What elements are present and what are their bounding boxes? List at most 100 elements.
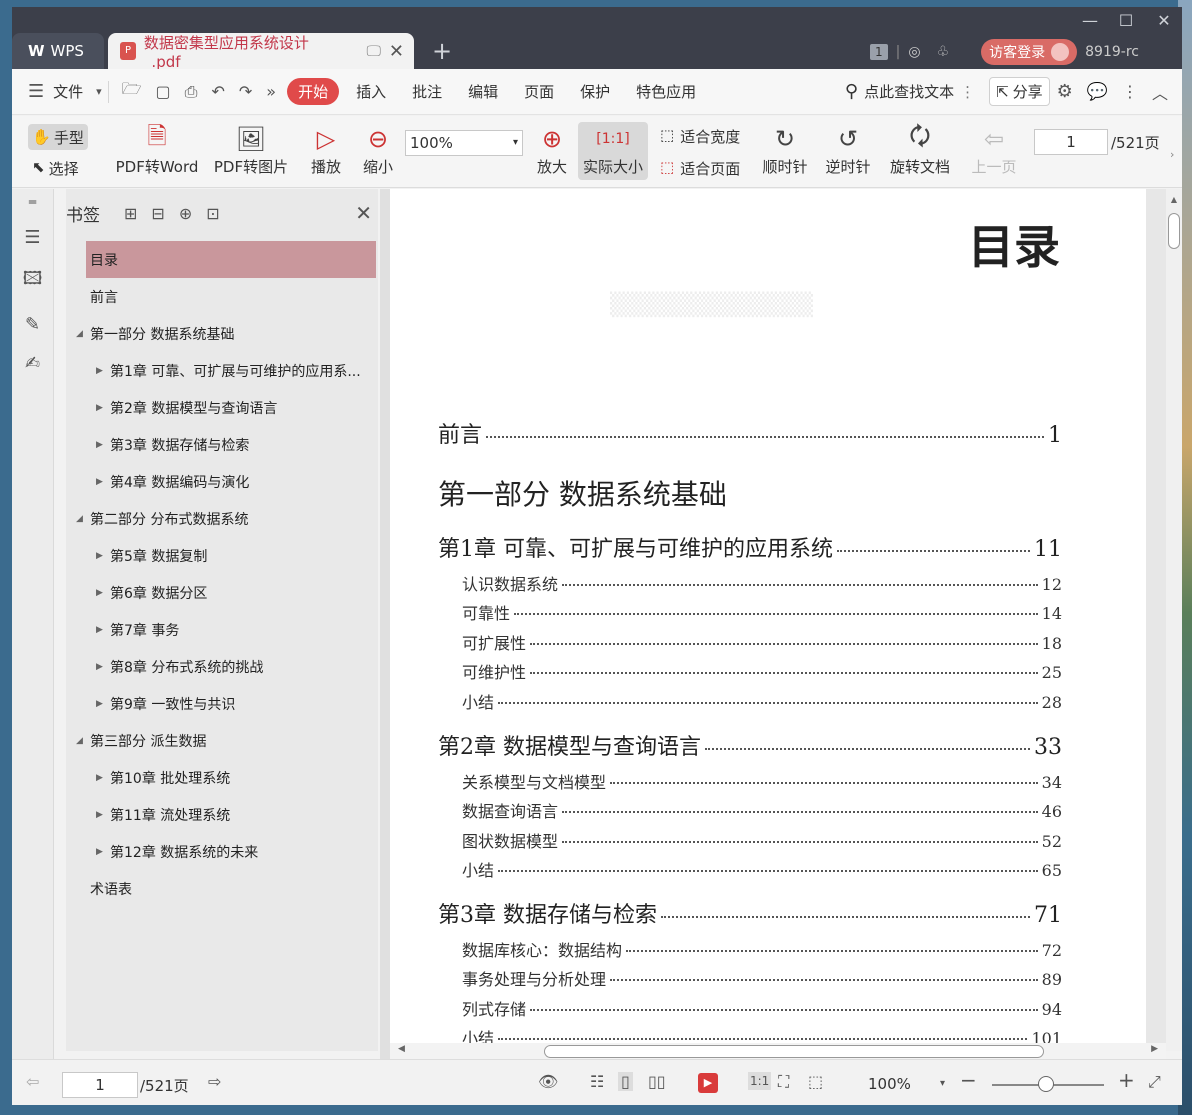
fit-width-status-icon[interactable]: ⬚	[808, 1072, 823, 1091]
bookmark-item[interactable]: ▶ 第9章 一致性与共识	[66, 685, 378, 722]
toc-section[interactable]: 图状数据模型 52	[462, 828, 1062, 852]
prev-page-icon[interactable]: ⇦	[26, 1072, 39, 1091]
scroll-left-icon[interactable]: ◀	[398, 1044, 405, 1054]
actual-size-button[interactable]: [1:1] 实际大小	[578, 122, 648, 180]
bookmark-item[interactable]: ▶ 第7章 事务	[66, 611, 378, 648]
panel-splitter[interactable]	[380, 189, 390, 1059]
bookmark-item[interactable]: 术语表	[66, 870, 378, 907]
tab-wps-home[interactable]: W WPS	[12, 33, 104, 69]
collapse-caret-icon[interactable]: ◢	[76, 514, 90, 524]
open-folder-icon[interactable]: 🗁	[115, 78, 149, 105]
page-number-input[interactable]: 1	[1034, 129, 1108, 155]
prev-page-button[interactable]: ⇦ 上一页	[968, 122, 1020, 177]
toc-section[interactable]: 可靠性 14	[462, 600, 1062, 624]
zoom-out-button[interactable]: ⊖ 缩小	[360, 122, 396, 177]
toc-section[interactable]: 可维护性 25	[462, 659, 1062, 683]
bookmark-item[interactable]: ▶ 第10章 批处理系统	[66, 759, 378, 796]
toc-preface[interactable]: 前言 1	[438, 417, 1062, 449]
close-window-icon[interactable]: ✕	[1152, 11, 1176, 30]
window-count-badge[interactable]: 1	[870, 44, 888, 60]
bookmark-item[interactable]: ▶ 第4章 数据编码与演化	[66, 463, 378, 500]
toc-section[interactable]: 可扩展性 18	[462, 630, 1062, 654]
expand-caret-icon[interactable]: ▶	[96, 588, 110, 598]
toc-chapter-3[interactable]: 第3章 数据存储与检索 71	[438, 897, 1062, 929]
toc-section[interactable]: 小结 101	[462, 1025, 1062, 1043]
pdf-to-image-button[interactable]: 🖼 PDF转图片	[212, 122, 290, 177]
scroll-right-icon[interactable]: ▶	[1151, 1044, 1158, 1054]
vertical-scrollbar[interactable]: ▲	[1166, 189, 1182, 1051]
bookmark-settings-icon[interactable]: ⊡	[206, 204, 219, 223]
toc-section[interactable]: 关系模型与文档模型 34	[462, 769, 1062, 793]
bookmark-item[interactable]: ▶ 第6章 数据分区	[66, 574, 378, 611]
rotate-counter-button[interactable]: ↺ 逆时针	[822, 122, 874, 177]
fit-width-button[interactable]: ⬚ 适合宽度	[660, 126, 740, 147]
horizontal-scroll-thumb[interactable]	[544, 1045, 1044, 1058]
tab-document[interactable]: P 数据密集型应用系统设计_.pdf 🖵 ✕	[108, 33, 414, 71]
bookmark-item[interactable]: ▶ 第2章 数据模型与查询语言	[66, 389, 378, 426]
collapse-caret-icon[interactable]: ◢	[76, 329, 90, 339]
toc-chapter-1[interactable]: 第1章 可靠、可扩展与可维护的应用系统 11	[438, 531, 1062, 563]
more-icon[interactable]: »	[259, 82, 283, 101]
toc-section[interactable]: 列式存储 94	[462, 996, 1062, 1020]
hand-tool-button[interactable]: ✋ 手型	[28, 124, 88, 150]
toc-section[interactable]: 事务处理与分析处理 89	[462, 966, 1062, 990]
menu-annotate[interactable]: 批注	[399, 81, 455, 102]
skin-icon[interactable]: ♧	[937, 44, 950, 60]
actual-size-status-icon[interactable]: 1:1	[748, 1072, 772, 1090]
thumbnail-icon[interactable]: 🖾	[12, 266, 53, 296]
bookmark-item[interactable]: ▶ 第12章 数据系统的未来	[66, 833, 378, 870]
bookmark-item[interactable]: ▶ 第3章 数据存储与检索	[66, 426, 378, 463]
new-tab-button[interactable]: +	[432, 37, 452, 65]
settings-icon[interactable]: ⚙	[1050, 81, 1080, 102]
undo-icon[interactable]: ↶	[204, 82, 231, 101]
add-bookmark-icon[interactable]: ⊕	[179, 204, 192, 223]
bookmark-list-icon[interactable]: ☰	[12, 227, 53, 248]
save-icon[interactable]: ▢	[149, 82, 178, 101]
find-text-button[interactable]: ⚲ 点此查找文本 ⋮	[845, 81, 975, 102]
fit-page-status-icon[interactable]: ⛶	[778, 1072, 789, 1092]
play-button[interactable]: ▷ 播放	[306, 122, 346, 177]
next-page-icon[interactable]: ⇨	[208, 1072, 221, 1091]
toc-section[interactable]: 小结 28	[462, 689, 1062, 713]
expand-caret-icon[interactable]: ▶	[96, 810, 110, 820]
kebab-icon[interactable]: ⋮	[960, 83, 975, 101]
rotate-document-button[interactable]: 🗘 旋转文档	[888, 122, 952, 177]
redo-icon[interactable]: ↷	[232, 82, 259, 101]
hamburger-icon[interactable]: ☰	[12, 81, 51, 102]
menu-edit[interactable]: 编辑	[455, 81, 511, 102]
bookmark-item[interactable]: 目录	[86, 241, 376, 278]
pdf-to-word-button[interactable]: 🗎 PDF转Word	[112, 122, 202, 177]
single-page-icon[interactable]: ▯	[618, 1072, 633, 1091]
comment-icon[interactable]: 💬	[1080, 82, 1115, 102]
collapse-caret-icon[interactable]: ◢	[76, 736, 90, 746]
bookmark-item[interactable]: ▶ 第8章 分布式系统的挑战	[66, 648, 378, 685]
pin-icon[interactable]: 🖵	[366, 42, 380, 60]
chevron-down-icon[interactable]: ▾	[96, 85, 102, 98]
menu-features[interactable]: 特色应用	[623, 81, 709, 102]
play-slideshow-icon[interactable]: ▶	[698, 1073, 718, 1093]
bookmark-item[interactable]: ▶ 第1章 可靠、可扩展与可维护的应用系...	[66, 352, 378, 389]
zoom-plus-icon[interactable]: +	[1118, 1068, 1135, 1092]
toc-chapter-2[interactable]: 第2章 数据模型与查询语言 33	[438, 729, 1062, 761]
minimize-icon[interactable]: —	[1078, 11, 1102, 30]
bookmark-item[interactable]: 前言	[66, 278, 378, 315]
expand-caret-icon[interactable]: ▶	[96, 699, 110, 709]
cloud-icon[interactable]: ◎	[908, 44, 920, 60]
drag-handle-icon[interactable]: ═	[12, 195, 53, 209]
zoom-minus-icon[interactable]: −	[960, 1068, 977, 1092]
toc-section[interactable]: 数据库核心：数据结构 72	[462, 937, 1062, 961]
ribbon-scroll-icon[interactable]: ›	[1170, 148, 1174, 161]
close-panel-icon[interactable]: ✕	[355, 201, 372, 225]
expand-caret-icon[interactable]: ▶	[96, 625, 110, 635]
menu-start[interactable]: 开始	[287, 78, 340, 105]
expand-caret-icon[interactable]: ▶	[96, 551, 110, 561]
expand-caret-icon[interactable]: ▶	[96, 847, 110, 857]
expand-caret-icon[interactable]: ▶	[96, 662, 110, 672]
eye-protect-icon[interactable]: 👁	[538, 1072, 558, 1091]
select-tool-button[interactable]: ⬉ 选择	[32, 158, 79, 179]
collapse-all-icon[interactable]: ⊟	[151, 204, 164, 223]
expand-caret-icon[interactable]: ▶	[96, 477, 110, 487]
single-continuous-icon[interactable]: ☷	[590, 1072, 604, 1091]
expand-caret-icon[interactable]: ▶	[96, 773, 110, 783]
status-page-input[interactable]: 1	[62, 1072, 138, 1098]
